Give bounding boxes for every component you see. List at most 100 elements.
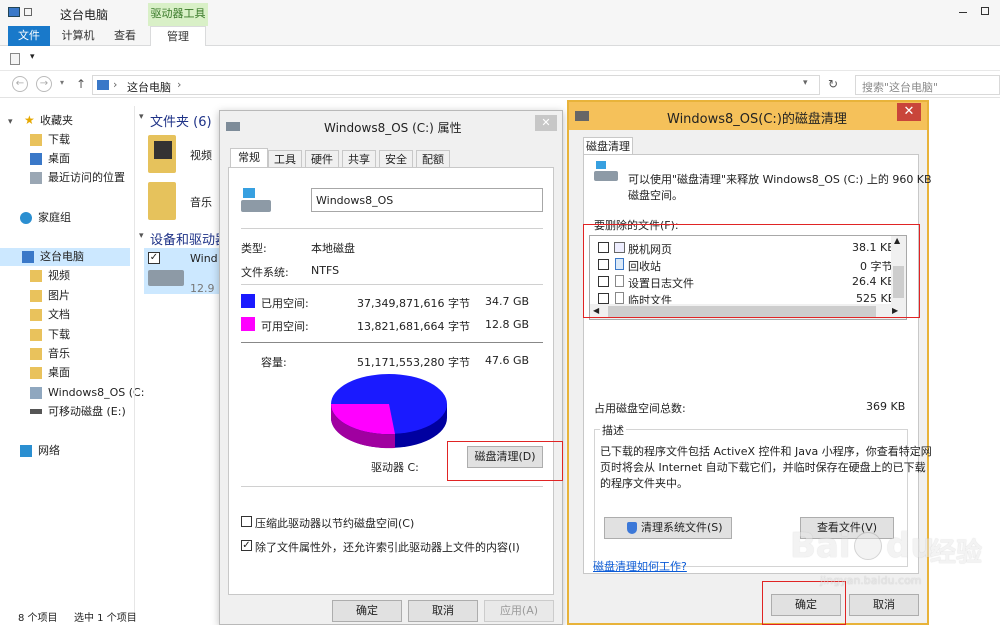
maximize-button[interactable] [976,4,994,18]
nav-favorites[interactable]: ▾ ★ 收藏夹 [8,112,73,130]
nav-this-pc[interactable]: 这台电脑 [0,248,130,266]
tab-view[interactable]: 查看 [106,26,144,46]
downloads-folder-icon [30,329,42,341]
pictures-folder-icon [30,290,42,302]
hard-drive-icon [148,270,184,286]
status-item-count: 8 个项目 [18,613,58,624]
music-folder-icon [30,348,42,360]
drive-tile[interactable]: ✓ Wind 12.9 [144,248,220,295]
highlight-file-list [583,224,920,318]
description-title: 描述 [600,422,626,438]
video-folder-label[interactable]: 视频 [190,147,212,163]
index-checkbox[interactable]: ✓ [241,540,252,551]
volume-name-input[interactable]: Windows8_OS [311,188,543,212]
address-field[interactable]: › 这台电脑 › ▾ [92,75,820,95]
history-chevron-icon[interactable]: ▾ [60,78,64,87]
computer-icon [22,251,34,263]
free-space-label: 可用空间: [261,320,309,333]
devices-group-arrow-icon[interactable]: ▾ [139,231,144,241]
cleanup-cancel-button[interactable]: 取消 [849,594,919,616]
refresh-icon[interactable]: ↻ [828,77,838,91]
capacity-label: 容量: [261,356,287,369]
tab-manage[interactable]: 管理 [150,26,206,46]
recent-icon [30,172,42,184]
watermark-suffix: 经验 [930,538,983,568]
properties-close-button[interactable]: ✕ [535,115,557,131]
properties-titlebar: Windows8_OS (C:) 属性 ✕ [220,111,562,141]
tab-general[interactable]: 常规 [230,148,268,168]
description-line3: 的程序文件夹中。 [600,477,688,490]
type-value: 本地磁盘 [311,242,355,255]
up-arrow-icon[interactable]: ↑ [76,77,86,91]
drive-checkbox[interactable]: ✓ [148,252,160,264]
tab-security[interactable]: 安全 [379,150,413,168]
cleanup-drive-icon [594,161,618,183]
homegroup-icon [20,212,32,224]
forward-icon[interactable]: → [36,76,52,92]
volume-name-value: Windows8_OS [316,194,394,207]
index-label: 除了文件属性外，还允许索引此驱动器上文件的内容(I) [255,541,520,554]
tab-file[interactable]: 文件 [8,26,50,46]
music-folder-label[interactable]: 音乐 [190,194,212,210]
tab-quota[interactable]: 配额 [416,150,450,168]
folders-group-arrow-icon[interactable]: ▾ [139,112,144,122]
cleanup-help-link[interactable]: 磁盘清理如何工作? [593,558,687,574]
tab-disk-cleanup[interactable]: 磁盘清理 [583,137,633,155]
clean-system-files-button[interactable]: 清理系统文件(S) [604,517,732,539]
breadcrumb-separator: › [113,78,118,91]
desktop-folder-icon [30,367,42,379]
drive-name-partial: Wind [190,252,218,265]
used-space-label: 已用空间: [261,297,309,310]
tab-tools[interactable]: 工具 [268,150,302,168]
tab-hardware[interactable]: 硬件 [305,150,339,168]
quick-access-icon[interactable] [24,8,32,16]
watermark-brand2: du [886,526,935,566]
expand-arrow-icon[interactable]: ▾ [8,117,13,127]
properties-dialog: Windows8_OS (C:) 属性 ✕ 常规 工具 硬件 共享 安全 配额 … [219,110,563,625]
properties-apply-button[interactable]: 应用(A) [484,600,554,622]
address-dropdown-icon[interactable]: ▾ [803,78,808,88]
cleanup-title: Windows8_OS(C:)的磁盘清理 [667,112,847,127]
properties-cancel-button[interactable]: 取消 [408,600,478,622]
explorer-title: 这台电脑 [60,8,109,22]
tab-computer[interactable]: 计算机 [56,26,100,46]
total-space-label: 占用磁盘空间总数: [594,402,686,415]
breadcrumb-this-pc[interactable]: 这台电脑 [127,79,171,95]
desktop-icon [30,153,42,165]
video-folder-icon [30,270,42,282]
free-space-swatch [241,317,255,331]
drive-letter-label: 驱动器 C: [371,461,419,474]
tab-sharing[interactable]: 共享 [342,150,376,168]
drive-icon [30,387,42,399]
properties-ok-button[interactable]: 确定 [332,600,402,622]
description-line1: 已下载的程序文件包括 ActiveX 控件和 Java 小程序，你查看特定网 [600,445,932,458]
ribbon-tabs: 文件 计算机 查看 管理 [0,26,1000,46]
separator-1 [241,228,543,229]
properties-title: Windows8_OS (C:) 属性 [324,121,462,135]
network-icon [20,445,32,457]
search-input[interactable]: 搜索"这台电脑" [855,75,1000,95]
compress-checkbox[interactable] [241,516,252,527]
clean-system-files-label: 清理系统文件(S) [641,521,723,534]
back-icon[interactable]: ← [12,76,28,92]
video-folder-large-icon[interactable] [148,135,176,173]
nav-divider [134,106,135,614]
cleanup-app-icon [575,111,589,121]
folders-header[interactable]: 文件夹 (6) [150,111,212,130]
free-space-gb: 12.8 GB [485,318,530,331]
watermark-brand: Bai [790,526,851,566]
capacity-bytes: 51,171,553,280 字节 [357,356,470,369]
cleanup-close-button[interactable]: ✕ [897,103,921,121]
pc-small-icon [97,80,109,90]
separator-3 [241,342,543,343]
filesystem-label: 文件系统: [241,266,289,279]
dropdown-arrow-icon[interactable]: ▾ [30,52,35,62]
separator-4 [241,486,543,487]
address-bar: ← → ▾ ↑ › 这台电脑 › ▾ ↻ 搜索"这台电脑" [0,72,1000,98]
drive-small-icon [226,122,240,131]
watermark-url: jingyan.baidu.com [820,574,922,587]
music-folder-large-icon[interactable] [148,182,176,220]
devices-header[interactable]: 设备和驱动器 [150,229,228,248]
used-space-swatch [241,294,255,308]
minimize-button[interactable] [954,4,972,18]
